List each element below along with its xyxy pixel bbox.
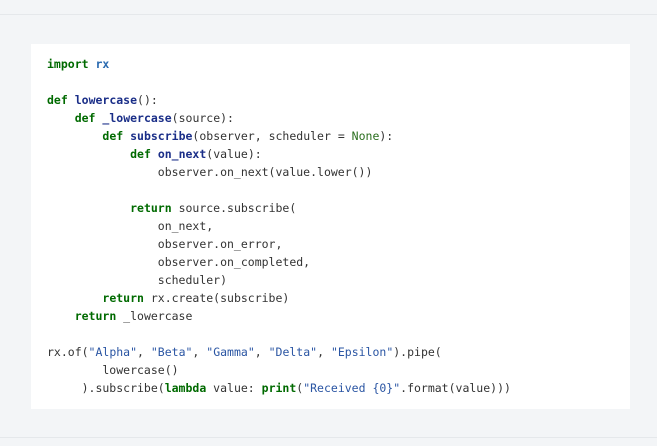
keyword: def (74, 111, 96, 125)
code-text: (observer, scheduler = (192, 129, 352, 143)
keyword: lambda (164, 381, 207, 395)
code-text: lowercase() (47, 363, 179, 377)
constant: None (351, 129, 380, 143)
bottom-divider (0, 437, 657, 438)
keyword: def (130, 147, 151, 161)
string-literal: "Delta" (268, 345, 318, 359)
code-text: ).pipe( (393, 345, 442, 359)
code-line: scheduler) (47, 271, 511, 289)
string-literal: "Gamma" (206, 345, 255, 359)
code-text: source.subscribe( (171, 201, 297, 215)
keyword: print (261, 381, 297, 395)
code-text: observer.on_next(value.lower()) (47, 165, 373, 179)
code-line: ​ (47, 181, 511, 199)
keyword: return (102, 291, 144, 305)
code-line: observer.on_next(value.lower()) (47, 163, 511, 181)
code-line: observer.on_error, (47, 235, 511, 253)
code-line: rx.of("Alpha", "Beta", "Gamma", "Delta",… (47, 343, 511, 361)
code-text: , (192, 345, 207, 359)
code-line: def on_next(value): (47, 145, 511, 163)
top-divider (0, 14, 657, 15)
code-line: import rx (47, 55, 511, 73)
code-text: (source): (171, 111, 234, 125)
code-line: def lowercase(): (47, 91, 511, 109)
module-name: rx (95, 57, 110, 71)
code-text: _lowercase (116, 309, 193, 323)
code-line: return _lowercase (47, 307, 511, 325)
code-line: ​ (47, 325, 511, 343)
code-text: on_next, (47, 219, 214, 233)
string-literal: "Alpha" (88, 345, 138, 359)
code-line: def _lowercase(source): (47, 109, 511, 127)
keyword: return (74, 309, 117, 323)
keyword: import (47, 57, 89, 71)
keyword: def (102, 129, 124, 143)
code-line: ).subscribe(lambda value: print("Receive… (47, 379, 511, 397)
function-name: _lowercase (102, 111, 172, 125)
code-text: rx.of( (47, 345, 89, 359)
code-text: (value): (206, 147, 262, 161)
keyword: def (47, 93, 68, 107)
code-text: rx.create(subscribe) (143, 291, 290, 305)
code-listing: import rx​def lowercase(): def _lowercas… (47, 55, 511, 397)
code-text: , (317, 345, 331, 359)
code-line: observer.on_completed, (47, 253, 511, 271)
code-line: ​ (47, 73, 511, 91)
code-line: return rx.create(subscribe) (47, 289, 511, 307)
string-literal: "Beta" (150, 345, 193, 359)
code-line: return source.subscribe( (47, 199, 511, 217)
code-text: ): (379, 129, 394, 143)
code-text: , (254, 345, 269, 359)
code-text: observer.on_error, (47, 237, 283, 251)
code-line: def subscribe(observer, scheduler = None… (47, 127, 511, 145)
keyword: return (130, 201, 172, 215)
code-line: lowercase() (47, 361, 511, 379)
string-literal: "Received {0}" (303, 381, 401, 395)
string-literal: "Epsilon" (330, 345, 394, 359)
code-text: value: (206, 381, 262, 395)
code-text: .format(value))) (400, 381, 511, 395)
code-block: import rx​def lowercase(): def _lowercas… (31, 44, 630, 409)
code-text: (): (137, 93, 158, 107)
function-name: on_next (157, 147, 207, 161)
function-name: subscribe (130, 129, 193, 143)
code-text: observer.on_completed, (47, 255, 311, 269)
code-line: on_next, (47, 217, 511, 235)
code-text: scheduler) (47, 273, 228, 287)
code-text: , (137, 345, 151, 359)
code-text: ).subscribe( (47, 381, 165, 395)
function-name: lowercase (74, 93, 138, 107)
